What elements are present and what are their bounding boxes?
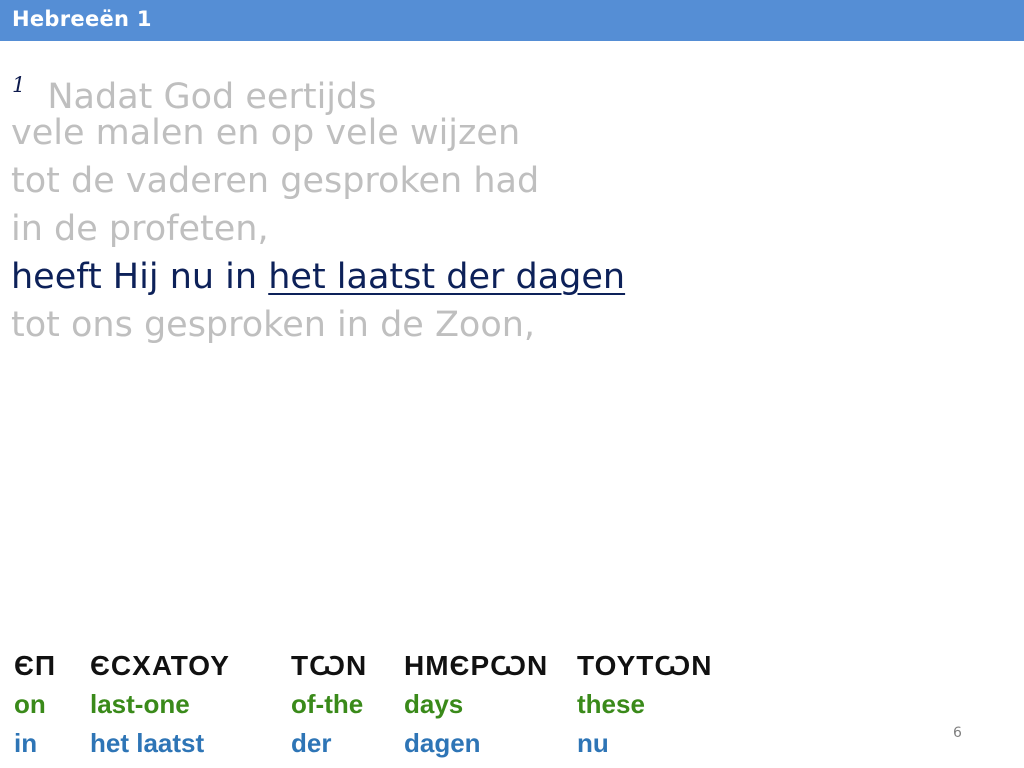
greek-word: ЄΠ <box>14 650 57 681</box>
verse-line-4: in de profeten, <box>11 209 269 249</box>
english-word: on <box>14 689 46 719</box>
english-word: days <box>404 689 464 719</box>
verse-line-6: tot ons gesproken in de Zoon, <box>11 305 536 345</box>
english-word: of-the <box>291 689 364 719</box>
verse-line-2: vele malen en op vele wijzen <box>11 113 521 153</box>
english-word: these <box>577 689 645 719</box>
greek-word: ΤѠΝ <box>291 650 368 681</box>
highlight-phrase: het laatst der dagen <box>268 257 626 297</box>
dutch-word: nu <box>577 728 609 758</box>
dutch-word: dagen <box>404 728 481 758</box>
greek-word: ЄСΧΑΤΟΥ <box>90 650 230 681</box>
dutch-word: in <box>14 728 38 758</box>
verse-line-1: 1 Nadat God eertijds <box>11 61 625 117</box>
english-word: last-one <box>90 689 190 719</box>
dutch-word: het laatst <box>90 728 205 758</box>
slide-title: Hebreeën 1 <box>12 7 152 31</box>
verse-text: 1 Nadat God eertijds vele malen en op vel… <box>11 61 625 349</box>
verse-number: 1 <box>12 73 26 97</box>
verse-line-highlight: heeft Hij nu in het laatst der dagen <box>11 253 625 301</box>
dutch-word: der <box>291 728 332 758</box>
greek-word: ΤΟΥΤѠΝ <box>577 650 713 681</box>
header-bar: Hebreeën 1 <box>0 0 1024 41</box>
highlight-prefix: heeft Hij nu in <box>11 257 269 297</box>
verse-line-3: tot de vaderen gesproken had <box>11 161 540 201</box>
page-number: 6 <box>953 725 962 741</box>
greek-word: ΗΜЄΡѠΝ <box>404 650 549 681</box>
